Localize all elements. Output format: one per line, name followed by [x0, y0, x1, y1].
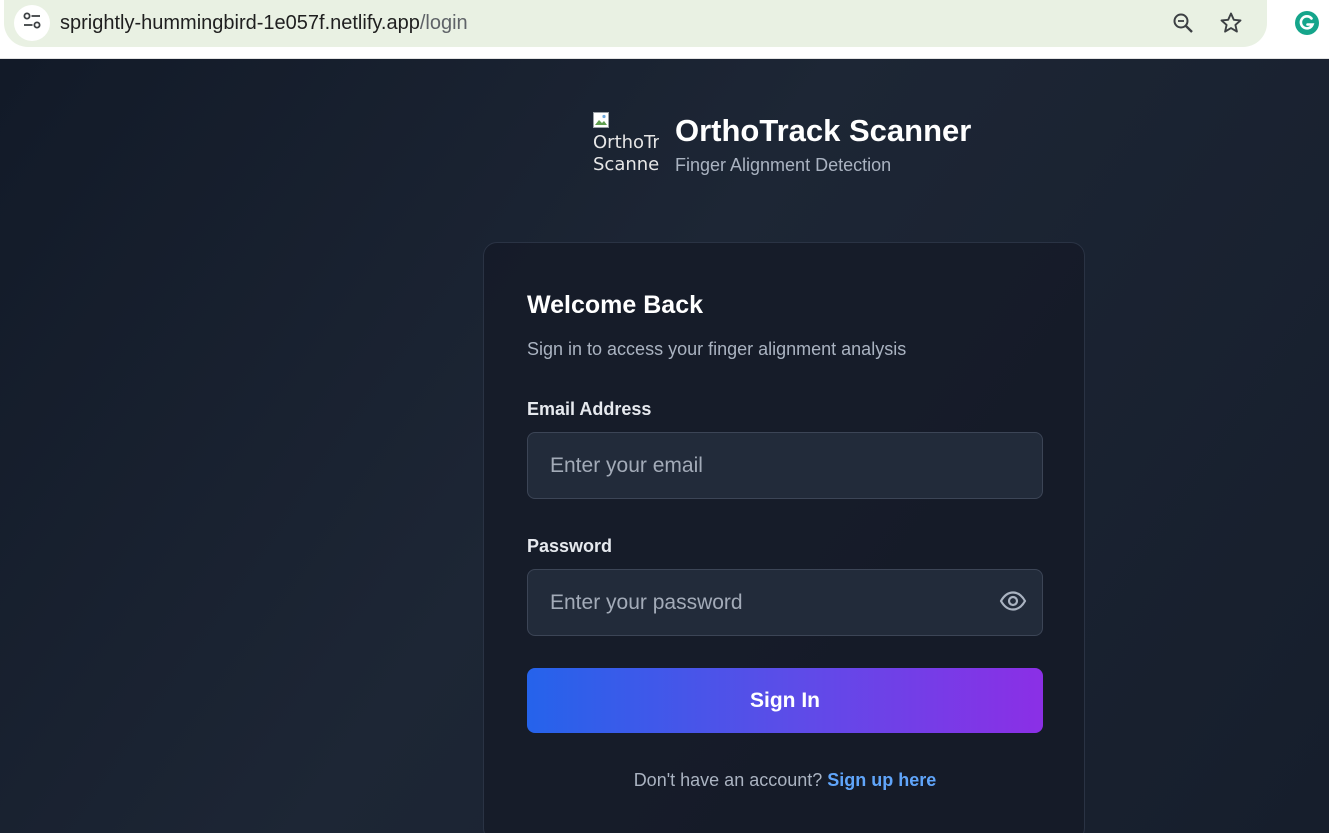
app-title: OrthoTrack Scanner — [675, 113, 972, 148]
logo-image: OrthoTrack Scanner Logo — [593, 110, 659, 176]
sign-in-button[interactable]: Sign In — [527, 668, 1043, 733]
url-host: sprightly-hummingbird-1e057f.netlify.app — [60, 12, 420, 34]
login-card: Welcome Back Sign in to access your fing… — [483, 242, 1085, 833]
app-subtitle: Finger Alignment Detection — [675, 155, 892, 175]
email-label: Email Address — [527, 399, 652, 419]
signup-prompt-row: Don't have an account? Sign up here — [484, 769, 1086, 791]
password-label: Password — [527, 536, 613, 556]
signup-link[interactable]: Sign up here — [827, 770, 936, 790]
zoom-icon[interactable] — [1169, 9, 1197, 37]
signup-prompt-text: Don't have an account? — [633, 770, 823, 790]
login-title: Welcome Back — [527, 291, 704, 319]
site-info-button[interactable] — [14, 5, 50, 41]
tune-icon — [22, 11, 42, 36]
eye-icon — [999, 590, 1027, 617]
broken-image-icon — [593, 112, 609, 128]
logo-alt-text: OrthoTrack Scanner Logo — [593, 132, 659, 175]
password-input[interactable] — [527, 569, 1043, 636]
url-path: /login — [419, 12, 468, 34]
browser-toolbar: sprightly-hummingbird-1e057f.netlify.app… — [0, 0, 1329, 59]
login-page: OrthoTrack Scanner Logo OrthoTrack Scann… — [0, 59, 1329, 833]
toggle-password-visibility-button[interactable] — [997, 590, 1029, 616]
grammarly-icon[interactable] — [1293, 9, 1321, 37]
email-input[interactable] — [527, 432, 1043, 499]
url-text[interactable]: sprightly-hummingbird-1e057f.netlify.app… — [60, 11, 468, 35]
login-subtitle: Sign in to access your finger alignment … — [527, 339, 907, 359]
star-icon[interactable] — [1217, 9, 1245, 37]
address-bar[interactable]: sprightly-hummingbird-1e057f.netlify.app… — [4, 0, 1267, 47]
